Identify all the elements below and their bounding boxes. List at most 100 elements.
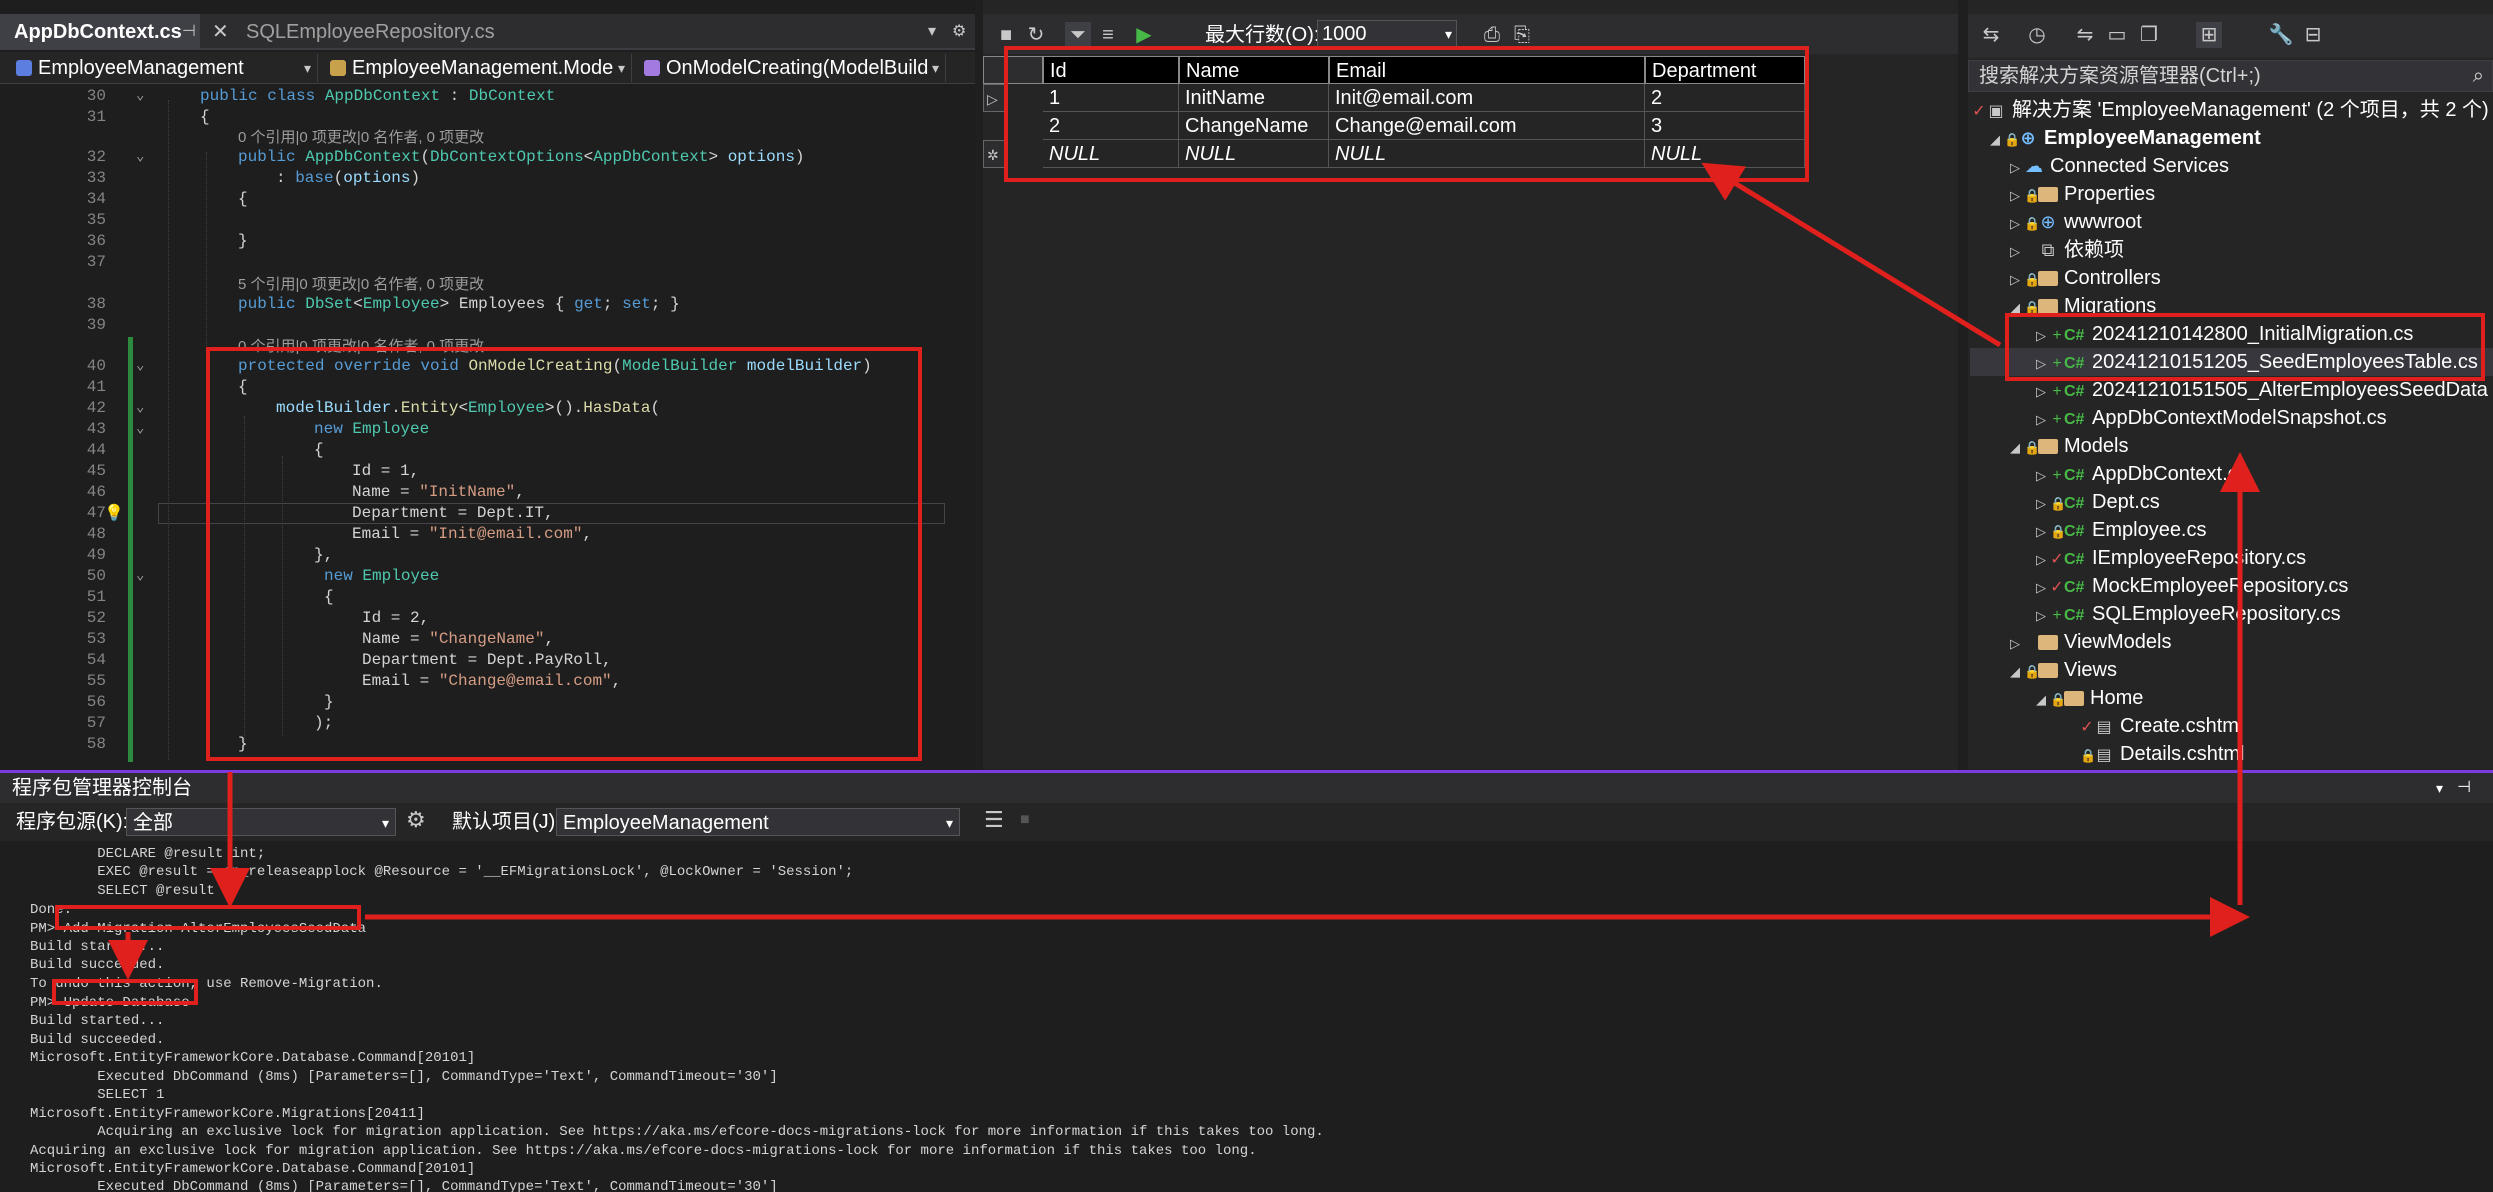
- tree-item[interactable]: ▷ 🔒C# Employee.cs: [2032, 516, 2207, 544]
- tree-item[interactable]: ◢ 🔒 Home: [2032, 684, 2143, 712]
- collapsed-arrow-icon[interactable]: ▷: [2032, 378, 2050, 406]
- package-source-select[interactable]: 全部 ▾: [126, 808, 396, 836]
- member-dropdown[interactable]: OnModelCreating(ModelBuild ▾: [636, 54, 946, 82]
- tree-item[interactable]: ▷ ✓C# IEmployeeRepository.cs: [2032, 544, 2306, 572]
- collapsed-arrow-icon[interactable]: ▷: [2006, 182, 2024, 210]
- tab-appdbcontext[interactable]: AppDbContext.cs: [0, 14, 200, 50]
- line-number: 45: [86, 462, 106, 480]
- properties-wrench-icon[interactable]: 🔧: [2268, 22, 2294, 48]
- sort-icon[interactable]: ≡: [1095, 22, 1121, 48]
- collapsed-arrow-icon[interactable]: ▷: [2006, 266, 2024, 294]
- new-row-icon[interactable]: ✲: [983, 140, 1005, 168]
- collapse-icon[interactable]: ⌄: [136, 356, 150, 377]
- expanded-arrow-icon[interactable]: ◢: [2006, 434, 2024, 462]
- tree-item[interactable]: ▷ ⧉ 依赖项: [2006, 236, 2124, 264]
- show-all-files-icon[interactable]: ❐: [2136, 22, 2162, 48]
- lock-icon: 🔒: [2024, 664, 2041, 679]
- tab-dropdown-icon[interactable]: ▾: [928, 14, 936, 50]
- collapse-icon[interactable]: ⌄: [136, 147, 150, 168]
- tree-item[interactable]: ▷ ✓C# MockEmployeeRepository.cs: [2032, 572, 2348, 600]
- pending-changes-icon[interactable]: ⇋: [2072, 22, 2098, 48]
- stop-icon[interactable]: ■: [1020, 811, 1030, 829]
- collapsed-arrow-icon[interactable]: ▷: [2032, 462, 2050, 490]
- navigation-bar: EmployeeManagement ▾ EmployeeManagement.…: [0, 52, 975, 84]
- line-number: 47: [86, 504, 106, 522]
- dependencies-icon: ⧉: [2041, 240, 2055, 260]
- tree-item[interactable]: ▷ 🔒 Controllers: [2006, 264, 2161, 292]
- tree-item[interactable]: ▷ 🔒 Properties: [2006, 180, 2155, 208]
- project-dropdown[interactable]: EmployeeManagement ▾: [8, 54, 318, 82]
- tree-item[interactable]: ◢ 🔒 Views: [2006, 656, 2117, 684]
- tree-item[interactable]: ◢ 🔒 Models: [2006, 432, 2128, 460]
- collapsed-arrow-icon[interactable]: ▷: [2032, 574, 2050, 602]
- line-number: 58: [86, 735, 106, 753]
- expanded-arrow-icon[interactable]: ◢: [2006, 658, 2024, 686]
- folder-icon: [2064, 691, 2084, 706]
- console-line: Executed DbCommand (8ms) [Parameters=[],…: [30, 1179, 778, 1192]
- pin-icon[interactable]: ⊣: [2457, 773, 2471, 803]
- collapse-all-icon[interactable]: ▭: [2104, 22, 2130, 48]
- sync-icon[interactable]: ⇆: [1978, 22, 2004, 48]
- tree-item[interactable]: ▷ ☁ Connected Services: [2006, 152, 2229, 180]
- tree-item[interactable]: ▷ + C# AppDbContext.cs: [2032, 460, 2248, 488]
- solution-search-input[interactable]: 搜索解决方案资源管理器(Ctrl+;) ⌕: [1968, 60, 2493, 92]
- collapsed-arrow-icon[interactable]: ▷: [2032, 518, 2050, 546]
- chevron-down-icon[interactable]: ▾: [2436, 773, 2443, 803]
- view-switch-icon[interactable]: ⊞: [2196, 22, 2222, 48]
- collapsed-arrow-icon[interactable]: ▷: [2032, 602, 2050, 630]
- max-rows-select[interactable]: 1000 ▾: [1317, 20, 1457, 48]
- script-file-icon[interactable]: ⎘: [1509, 22, 1535, 48]
- tree-item[interactable]: ▷ + C# SQLEmployeeRepository.cs: [2032, 600, 2341, 628]
- pin-icon[interactable]: ⊣: [182, 14, 196, 50]
- collapsed-arrow-icon[interactable]: ▷: [2006, 238, 2024, 266]
- code-lens-refs[interactable]: 0 个引用|0 项更改|0 名作者, 0 项更改: [238, 127, 484, 148]
- tab-label: SQLEmployeeRepository.cs: [246, 21, 495, 43]
- settings-icon[interactable]: ⚙: [952, 14, 966, 50]
- csharp-icon: C#: [2064, 383, 2085, 400]
- collapsed-arrow-icon[interactable]: ▷: [2032, 490, 2050, 518]
- filter-icon[interactable]: ⏷: [1065, 22, 1091, 48]
- tree-item[interactable]: ▷ 🔒C# Dept.cs: [2032, 488, 2160, 516]
- history-icon[interactable]: ◷: [2024, 22, 2050, 48]
- tab-sqlemployeerepository[interactable]: SQLEmployeeRepository.cs: [232, 14, 532, 50]
- expanded-arrow-icon[interactable]: ◢: [1986, 126, 2004, 154]
- line-number: 33: [86, 169, 106, 187]
- tree-item[interactable]: ▷ + C# AppDbContextModelSnapshot.cs: [2032, 404, 2387, 432]
- tree-item[interactable]: ▷ ViewModels: [2006, 628, 2171, 656]
- tree-item[interactable]: 🔒▤ Details.cshtml: [2080, 740, 2244, 768]
- collapse-icon[interactable]: ⌄: [136, 419, 150, 440]
- script-icon[interactable]: ⎙: [1479, 22, 1505, 48]
- search-icon[interactable]: ⌕: [2473, 61, 2484, 91]
- clear-console-icon[interactable]: ☰: [984, 807, 1004, 833]
- namespace-dropdown[interactable]: EmployeeManagement.Mode ▾: [322, 54, 632, 82]
- execute-icon[interactable]: ▶: [1131, 22, 1157, 48]
- checkmark-icon: ✓: [2050, 551, 2064, 568]
- collapse-icon[interactable]: ⌄: [136, 86, 150, 107]
- tree-solution-root[interactable]: ✓ ▣ 解决方案 'EmployeeManagement' (2 个项目，共 2 个…: [1972, 96, 2488, 124]
- collapse-icon[interactable]: ⌄: [136, 566, 150, 587]
- console-line: EXEC @result = sp_releaseapplock @Resour…: [30, 864, 854, 880]
- code-lens-refs[interactable]: 5 个引用|0 项更改|0 名作者, 0 项更改: [238, 274, 484, 295]
- collapsed-arrow-icon[interactable]: ▷: [2032, 546, 2050, 574]
- stop-icon[interactable]: ■: [993, 22, 1019, 48]
- tree-item[interactable]: ✓ ▤ Create.cshtml: [2080, 712, 2243, 740]
- settings-icon[interactable]: ⚙: [406, 807, 426, 833]
- line-number: 35: [86, 211, 106, 229]
- collapsed-arrow-icon[interactable]: ▷: [2032, 406, 2050, 434]
- close-tab-icon[interactable]: ✕: [212, 14, 229, 50]
- console-output[interactable]: DECLARE @result int; EXEC @result = sp_r…: [30, 845, 2470, 1192]
- collapsed-arrow-icon[interactable]: ▷: [2006, 630, 2024, 658]
- collapsed-arrow-icon[interactable]: ▷: [2006, 210, 2024, 238]
- preview-icon[interactable]: ⊟: [2300, 22, 2326, 48]
- folder-icon: [2038, 439, 2058, 454]
- collapse-icon[interactable]: ⌄: [136, 398, 150, 419]
- row-selector-icon[interactable]: ▷: [983, 84, 1005, 112]
- tree-project[interactable]: ◢ 🔒⊕ EmployeeManagement: [1986, 124, 2261, 152]
- line-number: 44: [86, 441, 106, 459]
- refresh-icon[interactable]: ↻: [1023, 22, 1049, 48]
- expanded-arrow-icon[interactable]: ◢: [2032, 686, 2050, 714]
- collapsed-arrow-icon[interactable]: ▷: [2006, 154, 2024, 182]
- tree-item[interactable]: ▷ 🔒⊕ wwwroot: [2006, 208, 2142, 236]
- lock-icon: 🔒: [2050, 692, 2067, 707]
- default-project-select[interactable]: EmployeeManagement ▾: [556, 808, 960, 836]
